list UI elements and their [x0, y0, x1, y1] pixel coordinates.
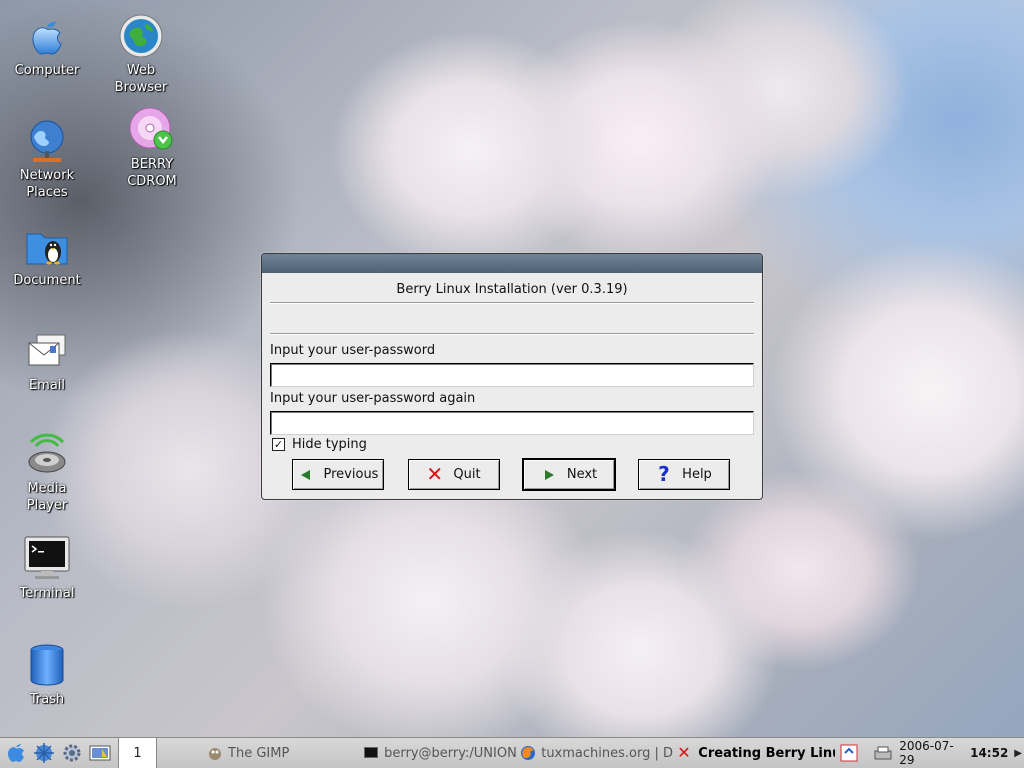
- quit-button[interactable]: ✕ Quit: [408, 459, 500, 490]
- desktop-icon-label: Trash: [29, 692, 65, 707]
- envelope-icon: [23, 327, 71, 375]
- quit-button-label: Quit: [453, 467, 481, 482]
- desktop-icon-label: BERRY CDROM: [127, 157, 177, 189]
- trash-icon: [23, 641, 71, 689]
- hide-typing-label: Hide typing: [292, 437, 367, 452]
- task-terminal[interactable]: berry@berry:/UNIONFS: [359, 738, 516, 768]
- task-label: Creating Berry Linu: [698, 745, 836, 761]
- desktop-icon-label: Media Player: [26, 481, 68, 513]
- desktop-icon-document[interactable]: Document: [2, 222, 92, 289]
- folder-penguin-icon: [23, 222, 71, 270]
- task-label: tuxmachines.org | D: [541, 745, 673, 761]
- terminal-icon: [23, 535, 71, 583]
- close-icon: ✕: [426, 461, 444, 486]
- next-button[interactable]: Next: [523, 459, 615, 490]
- separator: [270, 333, 754, 335]
- arrow-right-icon: [541, 467, 557, 483]
- clock-date: 2006-07-29: [899, 739, 954, 767]
- password-label: Input your user-password: [270, 343, 436, 358]
- network-launcher-icon[interactable]: [32, 741, 56, 765]
- desktop-icon-email[interactable]: Email: [2, 327, 92, 394]
- desktop-icon-network-places[interactable]: Network Places: [2, 117, 92, 201]
- installer-dialog: Berry Linux Installation (ver 0.3.19) In…: [261, 253, 763, 500]
- gear-icon[interactable]: [60, 741, 84, 765]
- apple-computer-icon: [23, 12, 71, 60]
- desktop-icon-terminal[interactable]: Terminal: [2, 535, 92, 602]
- dialog-titlebar[interactable]: [262, 254, 762, 273]
- arrow-left-icon: [298, 467, 314, 483]
- dialog-title: Berry Linux Installation (ver 0.3.19): [396, 282, 628, 297]
- taskbar: 1 The GIMP berry@berry:/UNIONFS tuxmachi…: [0, 737, 1024, 768]
- desktop-icon-label: Terminal: [19, 586, 75, 601]
- workspace-pager[interactable]: 1: [118, 737, 158, 768]
- question-icon: ?: [658, 461, 670, 486]
- desktop-icon-trash[interactable]: Trash: [2, 641, 92, 708]
- apple-menu-icon[interactable]: [4, 741, 28, 765]
- globe-icon: [117, 12, 165, 60]
- cdrom-icon: [128, 106, 176, 154]
- next-button-label: Next: [566, 467, 598, 482]
- desktop-icon-media-player[interactable]: Media Player: [2, 430, 92, 514]
- task-installer[interactable]: ✕ Creating Berry Linu: [673, 738, 835, 768]
- help-button[interactable]: ? Help: [638, 459, 730, 490]
- password-again-input[interactable]: [270, 411, 754, 435]
- network-globe-icon: [23, 117, 71, 165]
- desktop-icon-berry-cdrom[interactable]: BERRY CDROM: [107, 106, 197, 190]
- terminal-icon: [363, 745, 379, 761]
- close-icon: ✕: [677, 743, 691, 762]
- scroll-right-arrow-icon[interactable]: ▶: [1014, 748, 1022, 759]
- task-label: The GIMP: [228, 745, 290, 761]
- firefox-icon: [520, 745, 536, 761]
- desktop-icon-computer[interactable]: Computer: [2, 12, 92, 79]
- task-browser[interactable]: tuxmachines.org | D: [516, 738, 673, 768]
- separator: [270, 302, 754, 304]
- desktop-icon-label: Web Browser: [114, 63, 168, 95]
- hide-typing-row[interactable]: ✓ Hide typing: [272, 437, 367, 452]
- password-again-label: Input your user-password again: [270, 391, 476, 406]
- previous-button-label: Previous: [323, 467, 379, 482]
- password-input[interactable]: [270, 363, 754, 387]
- update-notifier-icon[interactable]: [839, 743, 859, 763]
- previous-button[interactable]: Previous: [292, 459, 384, 490]
- display-settings-icon[interactable]: [88, 741, 112, 765]
- desktop-icon-label: Computer: [14, 63, 80, 78]
- help-button-label: Help: [682, 467, 712, 482]
- task-label: berry@berry:/UNIONFS: [384, 745, 517, 761]
- gimp-icon: [207, 745, 223, 761]
- desktop-icon-label: Document: [13, 273, 81, 288]
- media-player-icon: [23, 430, 71, 478]
- desktop-icon-label: Email: [28, 378, 66, 393]
- desktop-icon-web-browser[interactable]: Web Browser: [96, 12, 186, 96]
- hide-typing-checkbox[interactable]: ✓: [272, 438, 285, 451]
- printer-icon[interactable]: [873, 743, 893, 763]
- task-gimp[interactable]: The GIMP: [203, 738, 359, 768]
- system-tray: 2006-07-29 14:52 ▶: [835, 738, 1024, 768]
- desktop-icon-label: Network Places: [19, 168, 75, 200]
- clock-time: 14:52: [970, 746, 1009, 760]
